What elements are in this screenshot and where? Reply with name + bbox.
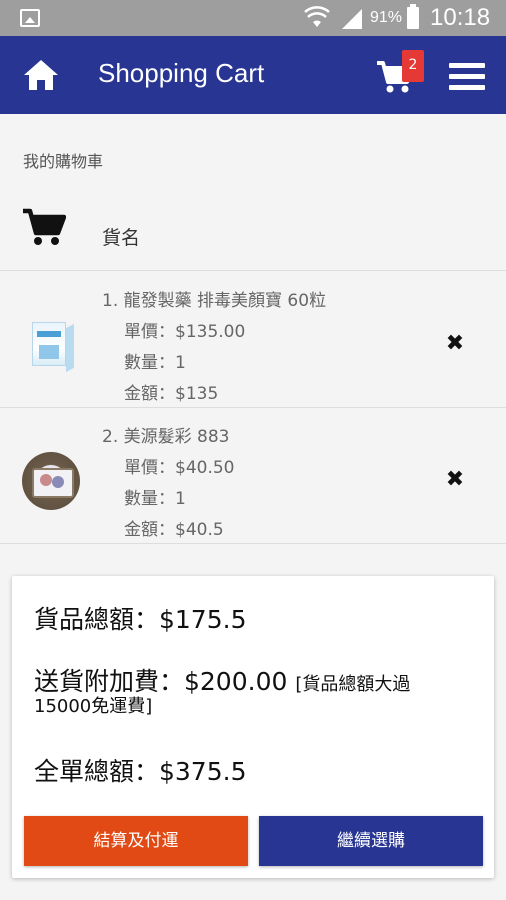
list-item: 2. 美源髮彩 883 單價：$40.50 數量：1 金額：$40.5 ✖ <box>0 408 506 544</box>
item-unit-price: 單價：$135.00 <box>124 322 246 342</box>
app-bar: Shopping Cart 2 <box>0 36 506 114</box>
image-icon <box>20 9 40 27</box>
cart-count-badge: 2 <box>402 50 424 82</box>
item-name: 1. 龍發製藥 排毒美顏寶 60粒 <box>102 291 327 311</box>
continue-shopping-button[interactable]: 繼續選購 <box>259 816 483 866</box>
product-image <box>22 452 80 510</box>
wifi-icon <box>304 6 330 27</box>
section-label: 我的購物車 <box>23 152 104 171</box>
order-total: 全單總額：$375.5 <box>34 757 247 786</box>
shipping-note: [貨品總額大過 <box>295 674 411 695</box>
home-icon[interactable] <box>22 58 60 92</box>
clock: 10:18 <box>430 4 491 31</box>
product-image <box>22 316 80 374</box>
remove-item-button[interactable]: ✖ <box>442 467 468 493</box>
battery-icon <box>407 4 419 29</box>
cart-button[interactable]: 2 <box>372 50 424 100</box>
signal-icon <box>342 9 362 29</box>
item-quantity: 數量：1 <box>124 353 186 373</box>
status-bar: 91% 10:18 <box>0 0 506 36</box>
remove-item-button[interactable]: ✖ <box>442 331 468 357</box>
checkout-button[interactable]: 結算及付運 <box>24 816 248 866</box>
item-amount: 金額：$40.5 <box>124 520 224 540</box>
column-header-name: 貨名 <box>102 227 141 249</box>
shipping-note-continued: 15000免運費] <box>34 696 153 717</box>
item-unit-price: 單價：$40.50 <box>124 458 235 478</box>
page-title: Shopping Cart <box>98 58 265 88</box>
item-quantity: 數量：1 <box>124 489 186 509</box>
list-header: 貨名 <box>0 195 506 271</box>
menu-icon[interactable] <box>449 63 485 91</box>
battery-level: 91% <box>370 9 403 26</box>
item-name: 2. 美源髮彩 883 <box>102 427 230 447</box>
item-amount: 金額：$135 <box>124 384 219 404</box>
goods-total: 貨品總額：$175.5 <box>34 605 247 634</box>
list-item: 1. 龍發製藥 排毒美顏寶 60粒 單價：$135.00 數量：1 金額：$13… <box>0 272 506 408</box>
order-summary-card: 貨品總額：$175.5 送貨附加費：$200.00 [貨品總額大過 15000免… <box>12 576 494 878</box>
cart-icon <box>23 208 66 245</box>
